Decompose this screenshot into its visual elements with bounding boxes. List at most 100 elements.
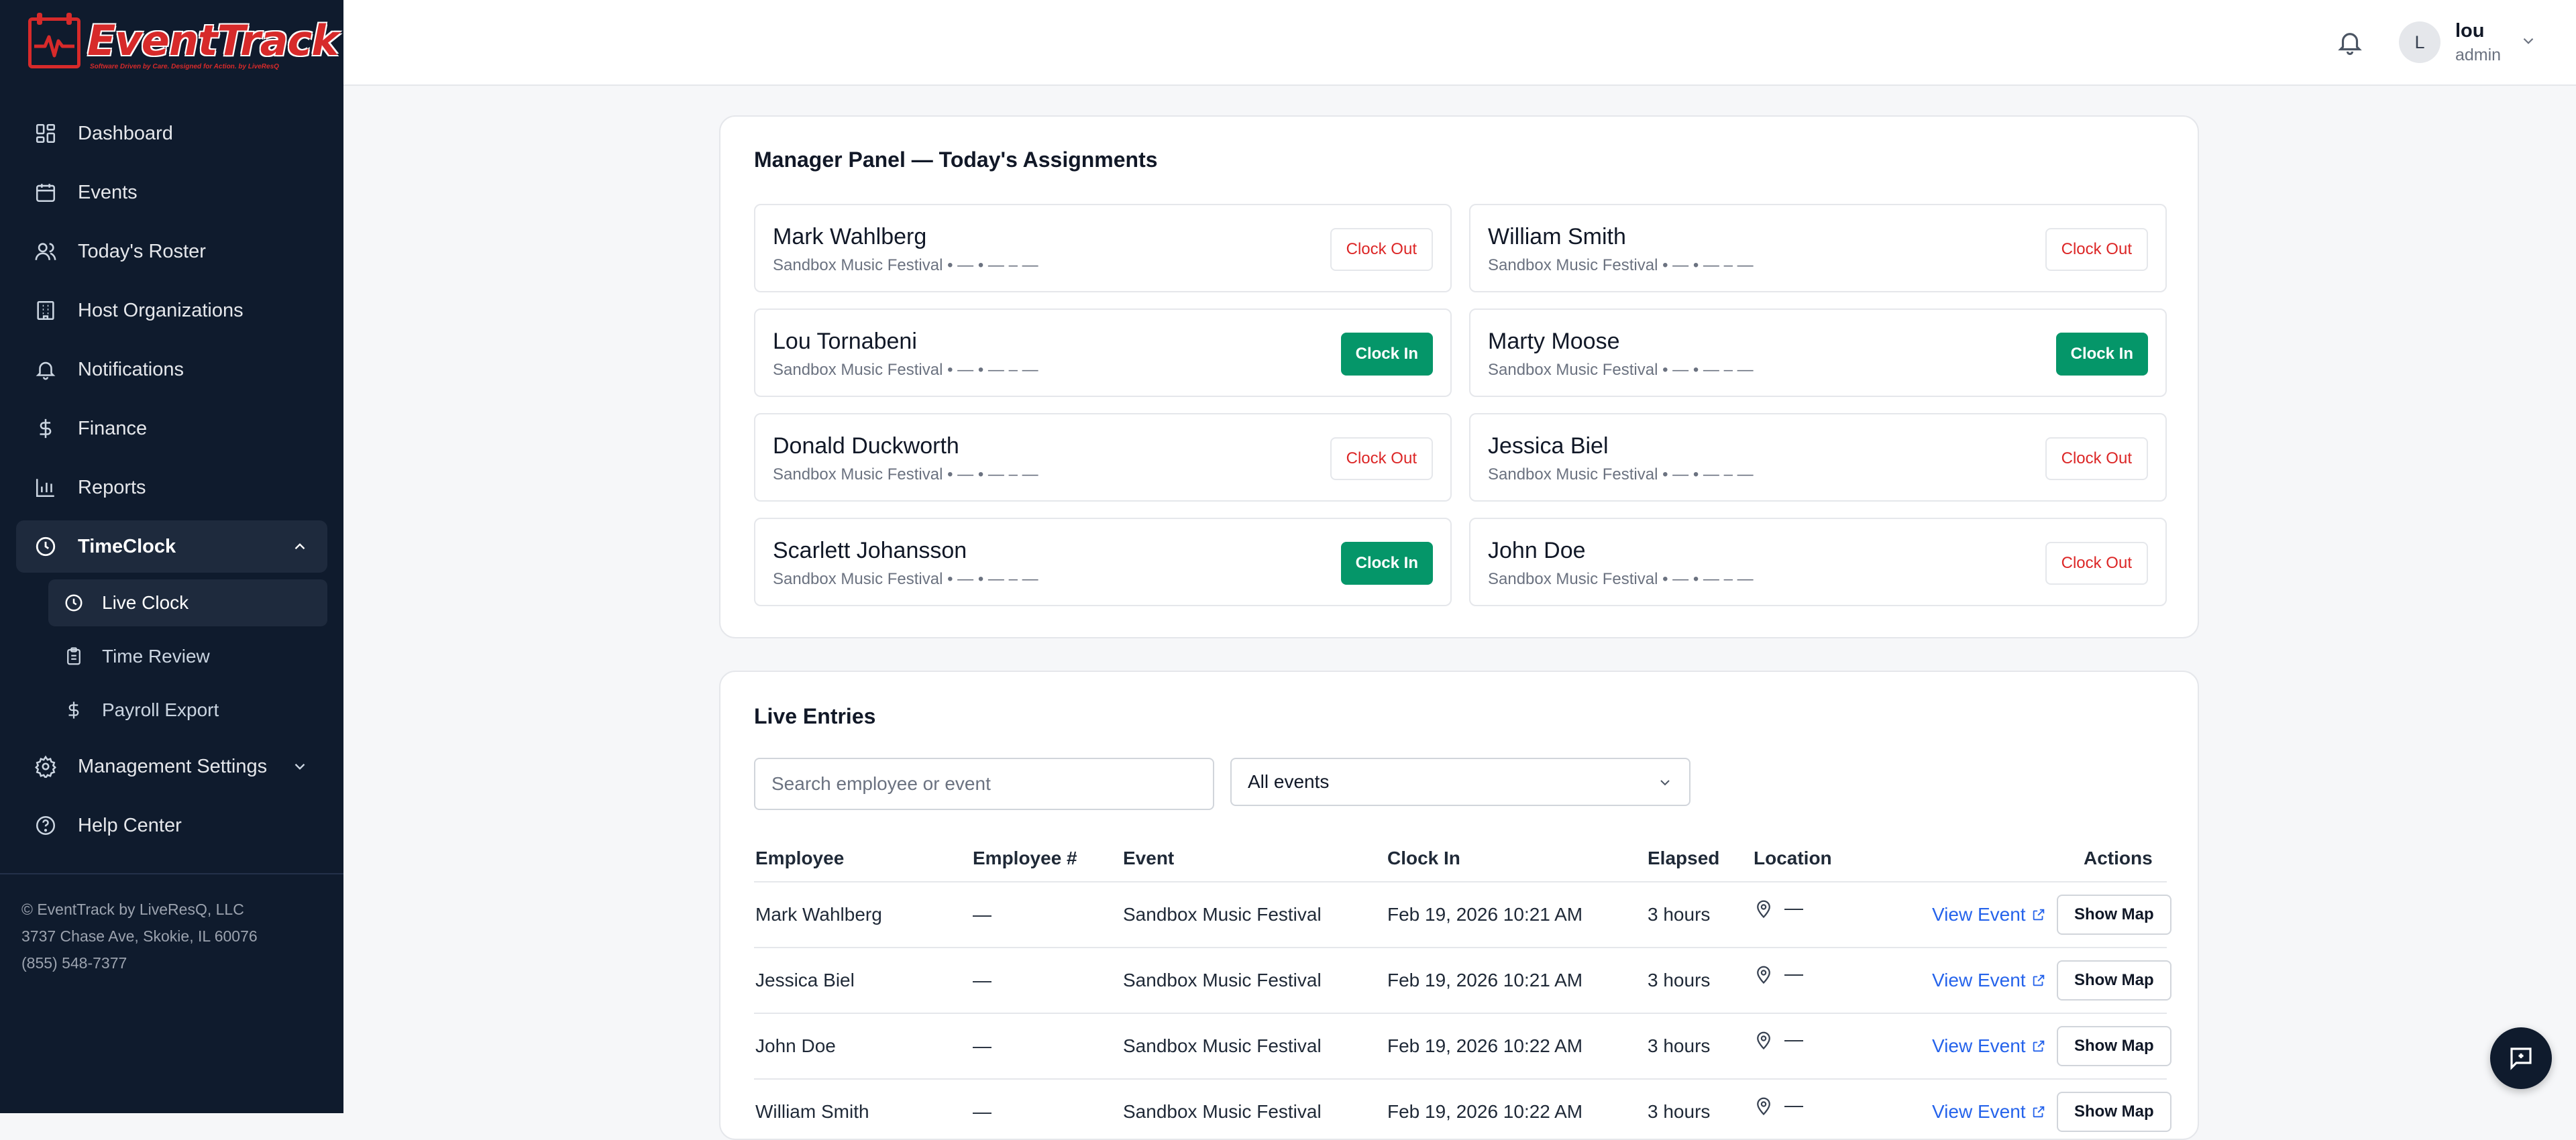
dashboard-icon (34, 121, 58, 146)
view-event-link[interactable]: View Event (1932, 1035, 2046, 1057)
sidebar-subitem-label: Payroll Export (102, 699, 219, 720)
assignment-card: Lou Tornabeni Sandbox Music Festival • —… (754, 308, 1452, 397)
sidebar-item-events[interactable]: Events (16, 166, 327, 219)
header-divider (754, 881, 2167, 882)
show-map-button[interactable]: Show Map (2057, 960, 2171, 1001)
sidebar-subitem-live-clock[interactable]: Live Clock (48, 579, 327, 626)
notification-bell-icon[interactable] (2336, 28, 2364, 56)
brand-logo[interactable]: EventTrack Software Driven by Care. Desi… (28, 13, 339, 75)
clock-out-button[interactable]: Clock Out (2045, 437, 2148, 480)
cell-location: — (1784, 1029, 1803, 1049)
chevron-up-icon (294, 543, 305, 550)
sidebar-item-help-center[interactable]: Help Center (16, 799, 327, 852)
clock-out-button[interactable]: Clock Out (1330, 228, 1433, 271)
user-name[interactable]: lou (2455, 20, 2485, 42)
sidebar-item-management-settings[interactable]: Management Settings (16, 740, 327, 793)
manager-panel-title: Manager Panel — Today's Assignments (754, 148, 1158, 172)
clock-in-button[interactable]: Clock In (2055, 333, 2148, 376)
sidebar-item-label: Reports (78, 476, 146, 498)
clock-out-button[interactable]: Clock Out (2045, 228, 2148, 271)
event-filter-value: All events (1248, 771, 1330, 792)
view-event-link[interactable]: View Event (1932, 904, 2046, 925)
sidebar-item-label: TimeClock (78, 535, 176, 557)
cell-employee: John Doe (755, 1035, 836, 1056)
bell-icon (34, 357, 58, 382)
calendar-icon (34, 180, 58, 205)
view-event-label: View Event (1932, 904, 2026, 925)
sidebar-item-label: Management Settings (78, 755, 268, 777)
view-event-link[interactable]: View Event (1932, 970, 2046, 991)
sidebar-subitem-label: Time Review (102, 646, 210, 667)
cell-employee-number: — (973, 970, 991, 990)
cell-employee-number: — (973, 904, 991, 925)
footer-phone: (855) 548-7377 (21, 954, 127, 972)
sidebar-subitem-payroll-export[interactable]: Payroll Export (48, 687, 327, 734)
brand-tagline: Software Driven by Care. Designed for Ac… (90, 63, 279, 70)
chat-button[interactable] (2490, 1027, 2552, 1089)
external-link-icon (2033, 1106, 2044, 1118)
sidebar-item-finance[interactable]: Finance (16, 402, 327, 455)
external-link-icon (2033, 1040, 2044, 1052)
sidebar-item-timeclock[interactable]: TimeClock (16, 520, 327, 573)
clock-in-button[interactable]: Clock In (1340, 542, 1433, 585)
chat-icon (2510, 1047, 2532, 1070)
live-entries-card: Live Entries All events Employee Employe… (719, 671, 2199, 1140)
help-icon (34, 813, 58, 838)
event-filter-select[interactable]: All events (1230, 758, 1690, 806)
clipboard-icon (63, 646, 85, 667)
column-header-elapsed: Elapsed (1648, 848, 1720, 868)
sidebar-item-label: Today's Roster (78, 240, 206, 262)
view-event-label: View Event (1932, 1101, 2026, 1122)
row-divider (754, 947, 2167, 948)
sidebar-item-todays-roster[interactable]: Today's Roster (16, 225, 327, 278)
assignment-name: John Doe (1488, 538, 1586, 563)
cell-employee-number: — (973, 1035, 991, 1056)
row-divider (754, 1013, 2167, 1014)
footer-address: 3737 Chase Ave, Skokie, IL 60076 (21, 927, 258, 945)
cell-elapsed: 3 hours (1648, 1035, 1711, 1056)
topbar: L lou admin (343, 0, 2576, 86)
clock-out-button[interactable]: Clock Out (2045, 542, 2148, 585)
view-event-link[interactable]: View Event (1932, 1101, 2046, 1123)
show-map-button[interactable]: Show Map (2057, 895, 2171, 935)
clock-in-button[interactable]: Clock In (1340, 333, 1433, 376)
assignment-name: Scarlett Johansson (773, 538, 967, 563)
clock-out-button[interactable]: Clock Out (1330, 437, 1433, 480)
cell-event: Sandbox Music Festival (1123, 904, 1322, 925)
dollar-icon (63, 699, 85, 721)
sidebar-subitem-time-review[interactable]: Time Review (48, 633, 327, 680)
dollar-icon (34, 416, 58, 441)
show-map-button[interactable]: Show Map (2057, 1026, 2171, 1066)
sidebar-item-reports[interactable]: Reports (16, 461, 327, 514)
assignment-details: Sandbox Music Festival • — • — – — (1488, 256, 1754, 274)
sidebar-item-label: Finance (78, 417, 148, 439)
sidebar-item-dashboard[interactable]: Dashboard (16, 107, 327, 160)
assignment-name: Marty Moose (1488, 329, 1620, 354)
sidebar-item-label: Events (78, 181, 138, 203)
avatar[interactable]: L (2399, 21, 2440, 63)
cell-employee-number: — (973, 1101, 991, 1122)
column-header-location: Location (1754, 848, 1832, 868)
assignment-card: William Smith Sandbox Music Festival • —… (1469, 204, 2167, 292)
search-input[interactable] (754, 758, 1214, 810)
sidebar-item-host-organizations[interactable]: Host Organizations (16, 284, 327, 337)
sidebar-divider (0, 873, 343, 874)
footer-company: © EventTrack by LiveResQ, LLC (21, 901, 244, 918)
sidebar-item-label: Notifications (78, 358, 184, 380)
map-pin-icon (1757, 1097, 1770, 1116)
column-header-clock-in: Clock In (1387, 848, 1460, 868)
assignment-card: John Doe Sandbox Music Festival • — • — … (1469, 518, 2167, 606)
cell-clock-in: Feb 19, 2026 10:22 AM (1387, 1035, 1583, 1056)
cell-clock-in: Feb 19, 2026 10:21 AM (1387, 904, 1583, 925)
chevron-down-icon[interactable] (2520, 32, 2537, 50)
column-header-employee-number: Employee # (973, 848, 1077, 868)
show-map-button[interactable]: Show Map (2057, 1092, 2171, 1132)
sidebar: EventTrack Software Driven by Care. Desi… (0, 0, 343, 1113)
cell-location: — (1784, 897, 1803, 918)
cell-event: Sandbox Music Festival (1123, 970, 1322, 990)
assignment-card: Mark Wahlberg Sandbox Music Festival • —… (754, 204, 1452, 292)
assignment-name: Lou Tornabeni (773, 329, 917, 354)
sidebar-item-notifications[interactable]: Notifications (16, 343, 327, 396)
assignment-details: Sandbox Music Festival • — • — – — (1488, 465, 1754, 483)
manager-panel-card: Manager Panel — Today's Assignments Mark… (719, 115, 2199, 638)
